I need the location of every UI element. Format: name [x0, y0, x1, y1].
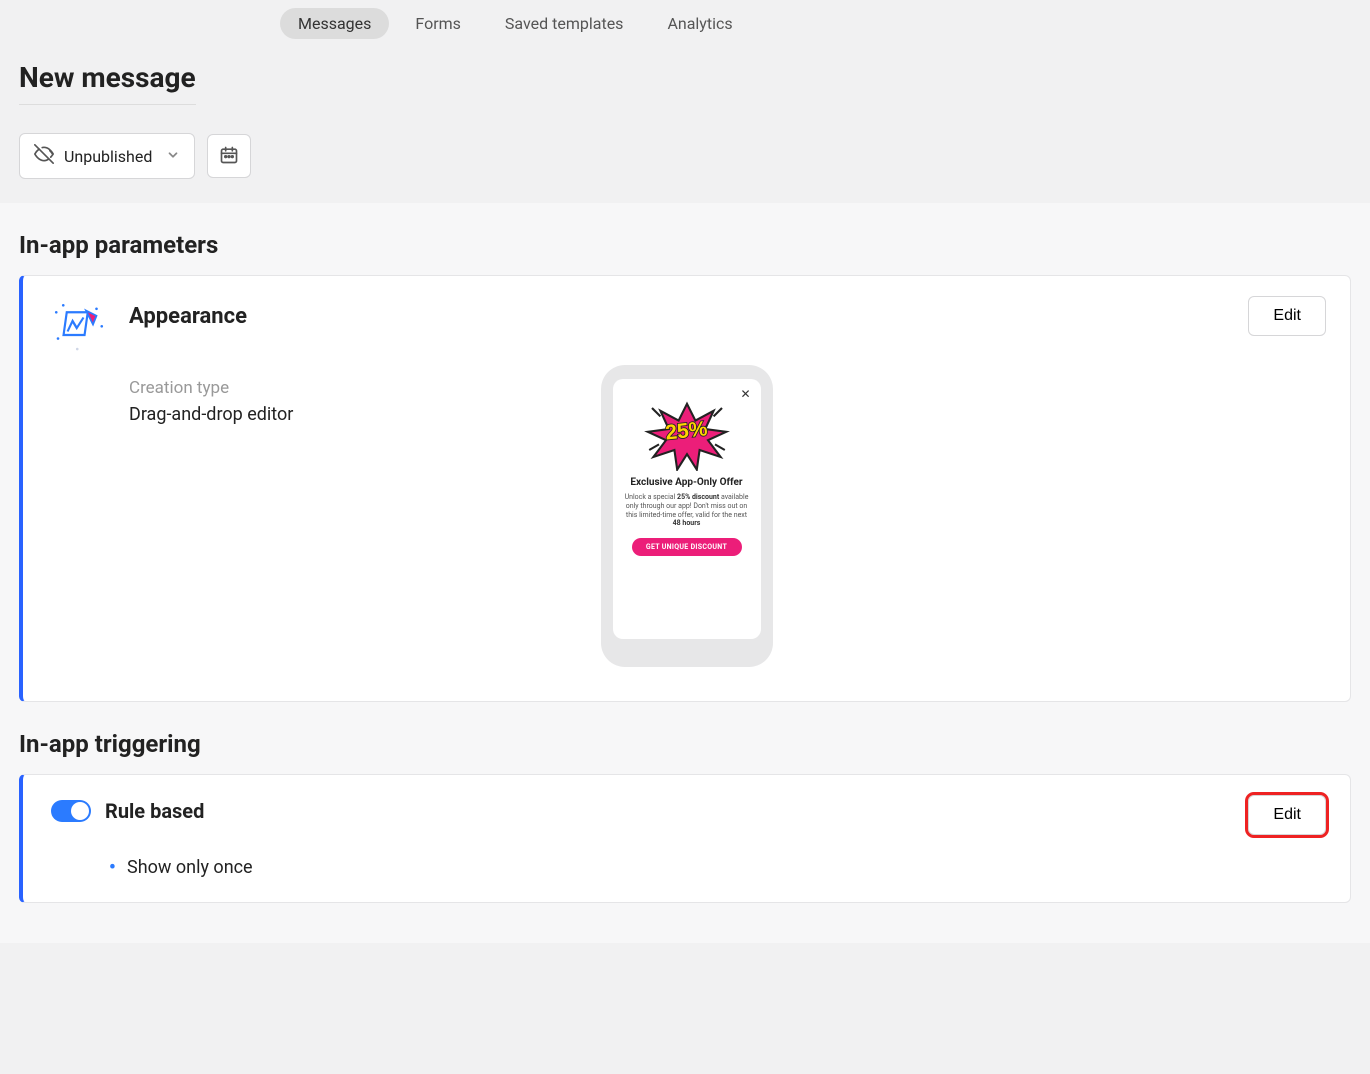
rule-list: Show only once [109, 857, 1322, 878]
rule-toggle[interactable] [51, 800, 91, 822]
page-title: New message [19, 61, 196, 105]
preview-screen: ✕ 25% Exclusive App-O [613, 379, 761, 639]
edit-appearance-button[interactable]: Edit [1248, 296, 1326, 336]
toolbar: Unpublished [0, 109, 1370, 203]
status-label: Unpublished [64, 147, 152, 166]
top-tabs: Messages Forms Saved templates Analytics [0, 0, 1370, 47]
preview-cta: GET UNIQUE DISCOUNT [632, 538, 742, 556]
preview-title: Exclusive App-Only Offer [629, 477, 745, 489]
appearance-icon [51, 300, 107, 356]
tab-forms[interactable]: Forms [397, 8, 479, 39]
close-icon: ✕ [740, 387, 750, 401]
phone-frame: ✕ 25% Exclusive App-O [601, 365, 773, 667]
calendar-icon [219, 145, 239, 168]
edit-rule-button[interactable]: Edit [1248, 795, 1326, 835]
schedule-button[interactable] [207, 134, 251, 178]
tab-saved-templates[interactable]: Saved templates [487, 8, 642, 39]
preview-body-bold2: 48 hours [673, 519, 701, 527]
preview-body-pre: Unlock a special [625, 493, 677, 501]
section-inapp-triggering: In-app triggering [0, 702, 1370, 774]
chevron-down-icon [166, 147, 180, 166]
rule-title: Rule based [105, 799, 204, 823]
rule-card: Edit Rule based Show only once [19, 774, 1351, 903]
tab-analytics[interactable]: Analytics [649, 8, 750, 39]
appearance-title: Appearance [129, 304, 247, 329]
preview-body: Unlock a special 25% discount available … [625, 493, 749, 528]
rule-item: Show only once [109, 857, 1322, 878]
appearance-card: Edit Appearance Creation type [19, 275, 1351, 702]
svg-text:25%: 25% [664, 417, 709, 444]
section-inapp-params: In-app parameters [0, 203, 1370, 275]
preview-body-bold1: 25% discount [677, 493, 719, 501]
status-dropdown[interactable]: Unpublished [19, 133, 195, 179]
eye-off-icon [34, 144, 54, 168]
tab-messages[interactable]: Messages [280, 8, 389, 39]
discount-burst-icon: 25% [623, 401, 751, 471]
